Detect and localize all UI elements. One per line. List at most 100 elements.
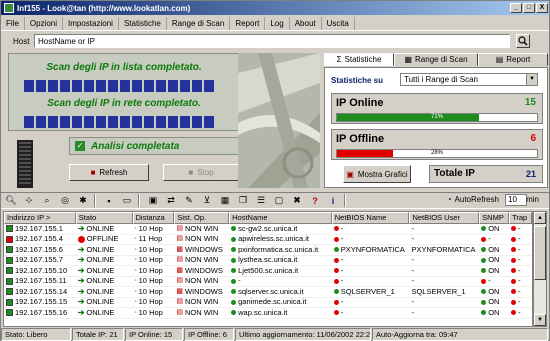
col-netbios-name[interactable]: NetBIOS Name: [331, 212, 410, 224]
offline-label: IP Offline: [336, 133, 385, 145]
scroll-down-icon[interactable]: ▼: [534, 314, 546, 326]
share-icon[interactable]: ⇄: [163, 194, 179, 208]
cell-text: -: [411, 297, 414, 307]
trap-dot-icon: [511, 257, 517, 263]
table-row[interactable]: 192.167.155.11 ➔ ONLINE ◦ 10 Hop ▤ NON WIN - - - -…: [4, 277, 532, 287]
cell-text: NON WIN: [184, 224, 219, 233]
col-stato[interactable]: Stato: [75, 212, 133, 224]
cell-nb-name: SQLSERVER_1: [332, 287, 410, 297]
cell-text: 192.167.155.10: [15, 266, 68, 275]
binoculars-icon[interactable]: ◎: [57, 194, 73, 208]
col-hostname[interactable]: HostName: [229, 212, 332, 224]
menu-about[interactable]: About: [290, 16, 322, 30]
list-icon[interactable]: ☰: [253, 194, 269, 208]
close-button[interactable]: X: [536, 3, 548, 13]
save-icon[interactable]: ▪: [101, 194, 117, 208]
col-indirizzo-ip[interactable]: Indirizzo IP >: [4, 212, 76, 224]
scroll-up-icon[interactable]: ▲: [534, 212, 546, 224]
menu-opzioni[interactable]: Opzioni: [25, 16, 64, 30]
cell-text: -: [411, 266, 414, 275]
col-netbios-user[interactable]: NetBIOS User: [409, 212, 480, 224]
snmp-dot-icon: [481, 226, 487, 232]
title-bar[interactable]: Inf155 - Look@tan (http://www.lookatlan.…: [1, 1, 549, 15]
search-icon[interactable]: 🔍︎: [3, 194, 19, 208]
cell-ip: 192.167.155.16: [4, 308, 76, 318]
col-sist-op[interactable]: Sist. Op.: [174, 212, 230, 224]
cell-trap: -: [509, 235, 532, 245]
network-icon[interactable]: ⊹: [21, 194, 37, 208]
tab-range-di-scan[interactable]: ▦ Range di Scan: [394, 53, 478, 66]
col-distanza[interactable]: Distanza: [132, 212, 175, 224]
help-icon[interactable]: ?: [307, 194, 323, 208]
search-icon[interactable]: [516, 34, 530, 48]
show-charts-button[interactable]: ▣ Mostra Grafici: [343, 165, 411, 183]
chevron-down-icon[interactable]: ▼: [526, 74, 537, 85]
cell-nb-user: -: [409, 235, 479, 245]
table-row[interactable]: 192.167.155.4 OFFLINE ◦ 11 Hop ▤ NON WIN apwir…: [4, 234, 532, 245]
folder-icon[interactable]: ▭: [119, 194, 135, 208]
filter-icon[interactable]: ⊻: [199, 194, 215, 208]
delete-icon[interactable]: ✖: [289, 194, 305, 208]
table-row[interactable]: 192.167.155.10 ➔ ONLINE ◦ 10 Hop ▩ WINDOWS Ljet…: [4, 266, 532, 277]
table-row[interactable]: 192.167.155.14 ➔ ONLINE ◦ 10 Hop ▩ WINDOWS sqls…: [4, 287, 532, 298]
stop-button[interactable]: ■ Stop: [163, 164, 239, 181]
cell-ip: 192.167.155.10: [4, 266, 76, 276]
cell-trap: -: [509, 277, 532, 287]
table-scrollbar[interactable]: ▲ ▼: [533, 211, 547, 327]
cell-text: WINDOWS: [184, 245, 223, 254]
tool-icon[interactable]: ✎: [181, 194, 197, 208]
table-row[interactable]: 192.167.155.16 ➔ ONLINE ◦ 10 Hop ▤ NON WIN wap.…: [4, 308, 532, 319]
hop-icon: ◦: [134, 299, 137, 306]
stats-filter-select[interactable]: Tutti i Range di Scan ▼: [400, 73, 538, 86]
menu-impostazioni[interactable]: Impostazioni: [63, 16, 119, 30]
copy-icon[interactable]: ❐: [235, 194, 251, 208]
host-dot-icon: [231, 299, 237, 305]
menu-statistiche[interactable]: Statistiche: [119, 16, 167, 30]
cell-text: ONLINE: [86, 266, 115, 275]
menu-range-di-scan[interactable]: Range di Scan: [167, 16, 231, 30]
info-icon[interactable]: i: [325, 194, 341, 208]
trap-dot-icon: [511, 247, 517, 253]
cell-text: 192.167.155.6: [15, 245, 63, 254]
table-row[interactable]: 192.167.155.1 ➔ ONLINE ◦ 10 Hop ▤ NON WIN sc-gw…: [4, 224, 532, 235]
cell-snmp: ON: [479, 266, 509, 276]
cell-ip: 192.167.155.15: [4, 298, 76, 308]
tab-statistiche[interactable]: Σ Statistiche: [324, 53, 394, 66]
cell-host: lysthea.sc.unica.it: [229, 256, 332, 266]
cell-dist: ◦ 10 Hop: [133, 277, 175, 287]
col-snmp[interactable]: SNMP: [479, 212, 510, 224]
total-ip-label: Totale IP: [434, 168, 475, 179]
window-icon[interactable]: ▢: [271, 194, 287, 208]
cell-text: pxinformatica.sc.unica.it: [238, 245, 319, 254]
table-header: Indirizzo IP > Stato Distanza Sist. Op. …: [4, 212, 532, 224]
refresh-button[interactable]: ■ Refresh: [69, 164, 149, 181]
computer-icon[interactable]: ▣: [145, 194, 161, 208]
maximize-button[interactable]: □: [523, 3, 535, 13]
tab-report[interactable]: ▤ Report: [478, 53, 548, 66]
cell-text: WINDOWS: [184, 266, 223, 275]
grid-icon[interactable]: ▦: [217, 194, 233, 208]
minimize-button[interactable]: _: [510, 3, 522, 13]
hop-icon: ◦: [134, 225, 137, 232]
cell-text: ON: [488, 266, 500, 275]
scroll-thumb[interactable]: [534, 226, 546, 280]
cell-nb-name: -: [332, 224, 410, 234]
menu-log[interactable]: Log: [265, 16, 290, 30]
col-trap[interactable]: Trap: [509, 212, 532, 224]
autorefresh-minutes-input[interactable]: 10: [505, 194, 527, 206]
host-input[interactable]: HostName or IP: [34, 34, 510, 48]
table-row[interactable]: 192.167.155.7 ➔ ONLINE ◦ 10 Hop ▤ NON WIN lysth…: [4, 256, 532, 266]
menu-uscita[interactable]: Uscita: [322, 16, 355, 30]
scan-icon[interactable]: ⌕: [39, 194, 55, 208]
cell-trap: -: [509, 266, 532, 276]
menu-file[interactable]: File: [1, 16, 25, 30]
cell-host: ganimede.sc.unica.it: [229, 298, 332, 308]
cell-snmp: -: [479, 235, 509, 245]
analyze-icon[interactable]: ✱: [75, 194, 91, 208]
cell-text: wap.sc.unica.it: [238, 308, 288, 317]
menu-report[interactable]: Report: [230, 16, 266, 30]
cell-text: apwireless.sc.unica.it: [238, 234, 310, 244]
table-row[interactable]: 192.167.155.15 ➔ ONLINE ◦ 10 Hop ▤ NON WIN gani…: [4, 297, 532, 308]
table-row[interactable]: 192.167.155.6 ➔ ONLINE ◦ 10 Hop ▩ WINDOWS pxinf…: [4, 245, 532, 256]
clock-icon: ◔: [446, 195, 452, 204]
